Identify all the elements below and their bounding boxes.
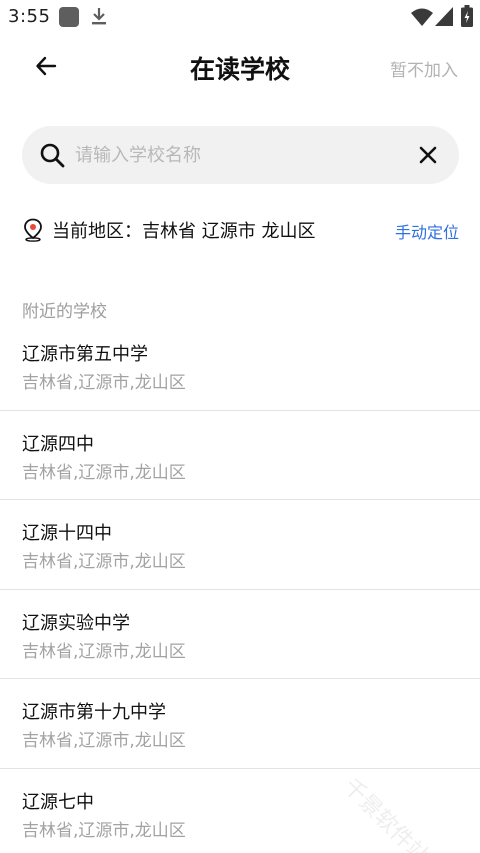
nearby-school-list: 辽源市第五中学 吉林省,辽源市,龙山区 辽源四中 吉林省,辽源市,龙山区 辽源十…	[0, 321, 480, 853]
manual-locate-link[interactable]: 手动定位	[395, 219, 459, 243]
status-time: 3:55	[8, 6, 51, 27]
school-name: 辽源七中	[22, 791, 94, 813]
school-list-item[interactable]: 辽源实验中学 吉林省,辽源市,龙山区	[0, 590, 480, 679]
nearby-schools-heading: 附近的学校	[22, 302, 107, 322]
school-select-screen: 3:55 在读学校 暂不加入 请输入学校名称 当前地区：吉林省 辽源市 龙山区 …	[0, 0, 480, 853]
school-region: 吉林省,辽源市,龙山区	[22, 820, 186, 841]
school-name: 辽源四中	[22, 433, 94, 455]
status-bar: 3:55	[0, 0, 480, 34]
skip-button[interactable]: 暂不加入	[390, 56, 458, 81]
school-region: 吉林省,辽源市,龙山区	[22, 641, 186, 662]
school-name: 辽源市第五中学	[22, 344, 148, 365]
school-name: 辽源市第十九中学	[22, 702, 166, 723]
search-icon	[40, 143, 65, 168]
school-name: 辽源十四中	[22, 523, 112, 544]
cell-signal-icon	[435, 7, 453, 26]
app-notification-icon	[59, 7, 79, 27]
school-region: 吉林省,辽源市,龙山区	[22, 552, 186, 572]
search-bar	[22, 126, 459, 184]
school-list-item[interactable]: 辽源七中 吉林省,辽源市,龙山区	[0, 769, 480, 853]
map-pin-icon	[24, 218, 42, 242]
header-bar: 在读学校 暂不加入	[0, 34, 480, 100]
current-region-label: 当前地区：	[52, 221, 142, 242]
current-location-row: 当前地区：吉林省 辽源市 龙山区 手动定位	[22, 214, 459, 246]
school-search-input[interactable]	[75, 138, 405, 172]
school-region: 吉林省,辽源市,龙山区	[22, 731, 186, 751]
current-region-text: 当前地区：吉林省 辽源市 龙山区	[52, 217, 315, 243]
current-region-value: 吉林省 辽源市 龙山区	[142, 221, 316, 242]
close-icon[interactable]	[417, 144, 439, 166]
school-list-item[interactable]: 辽源市第五中学 吉林省,辽源市,龙山区	[0, 321, 480, 411]
school-list-item[interactable]: 辽源市第十九中学 吉林省,辽源市,龙山区	[0, 679, 480, 769]
wifi-icon	[411, 8, 433, 26]
school-list-item[interactable]: 辽源四中 吉林省,辽源市,龙山区	[0, 411, 480, 500]
school-name: 辽源实验中学	[22, 612, 130, 634]
school-region: 吉林省,辽源市,龙山区	[22, 462, 186, 483]
battery-charging-icon	[461, 5, 473, 27]
school-list-item[interactable]: 辽源十四中 吉林省,辽源市,龙山区	[0, 500, 480, 590]
school-region: 吉林省,辽源市,龙山区	[22, 373, 186, 393]
download-icon	[92, 8, 106, 25]
